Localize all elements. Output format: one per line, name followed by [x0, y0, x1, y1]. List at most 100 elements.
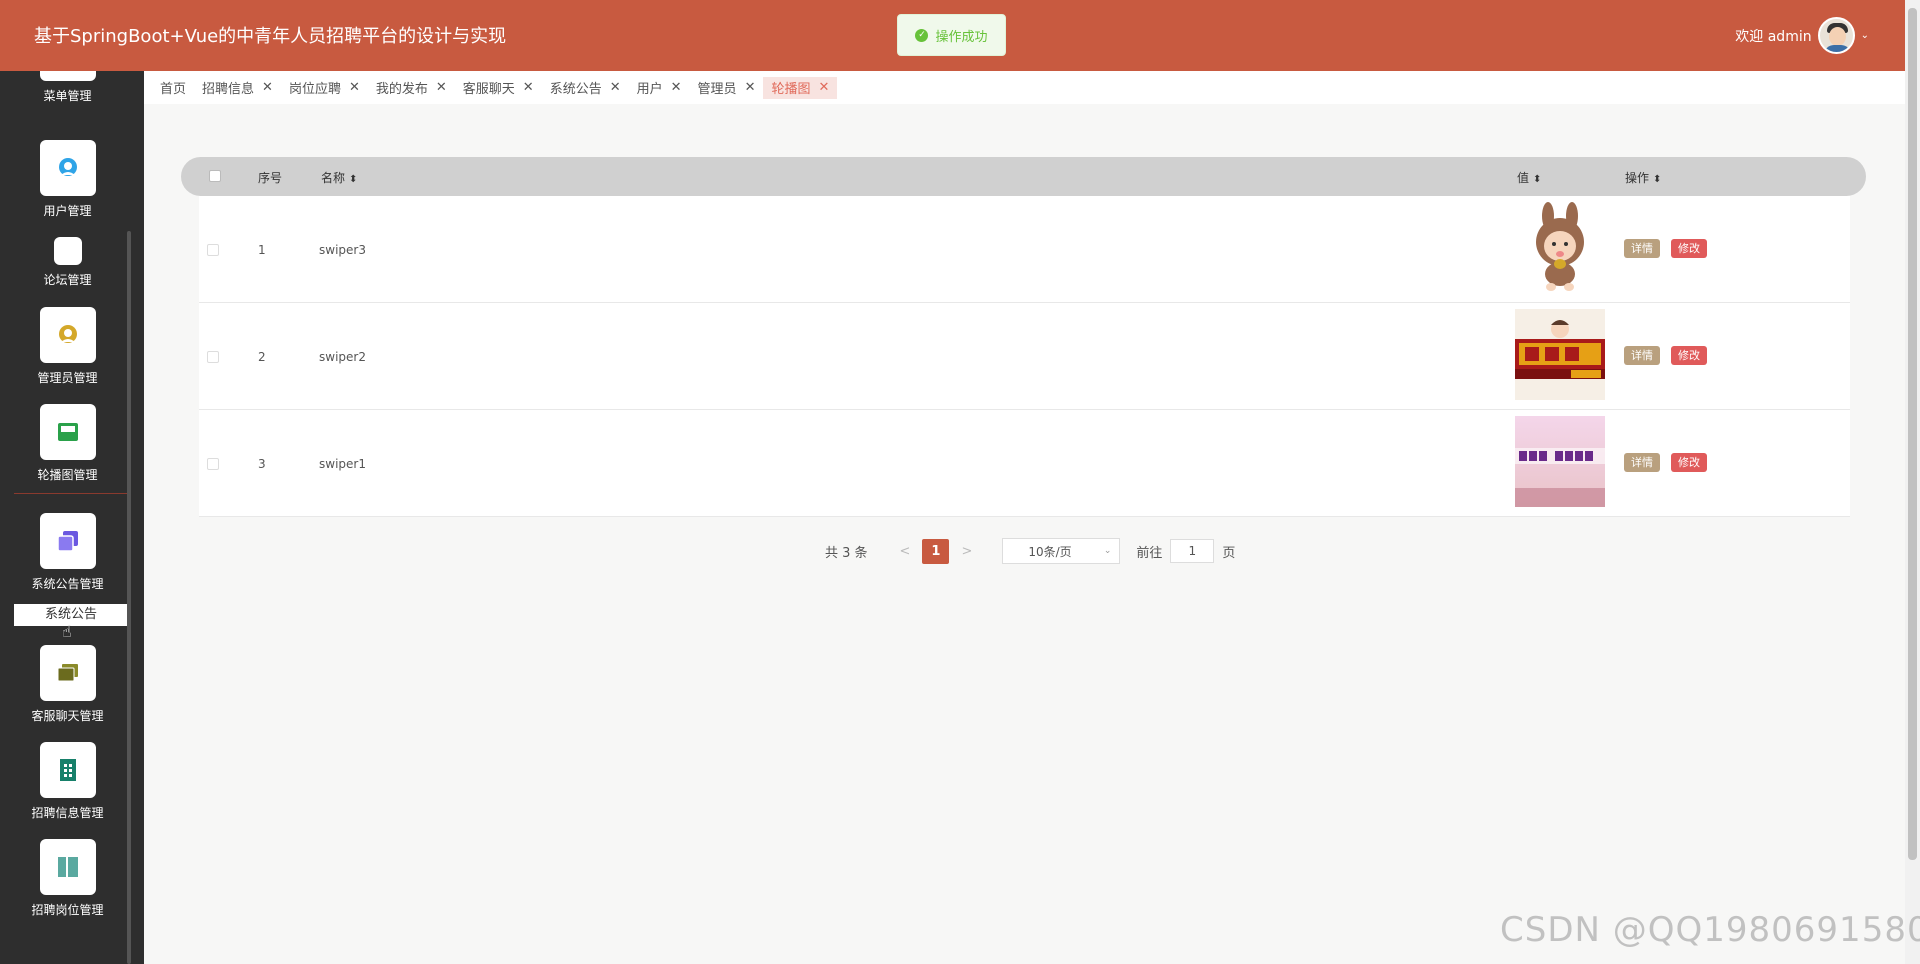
row-index: 1	[258, 243, 266, 257]
success-toast: ✓ 操作成功	[897, 14, 1006, 56]
carousel-thumbnail	[1515, 202, 1605, 293]
sidebar-item-label: 招聘信息管理	[31, 806, 104, 820]
tab-label: 用户	[636, 82, 663, 97]
sidebar-item-forum[interactable]: 论坛管理	[0, 237, 135, 288]
tab-my-posts[interactable]: 我的发布 ✕	[368, 77, 455, 99]
tab-label: 岗位应聘	[288, 82, 341, 97]
row-checkbox[interactable]	[207, 244, 219, 256]
sidebar-item-recruit-info[interactable]: 招聘信息管理	[0, 742, 135, 821]
sidebar-item-label: 菜单管理	[43, 89, 92, 103]
sidebar-item-label: 论坛管理	[43, 273, 92, 287]
tab-label: 系统公告	[549, 82, 602, 97]
column-name-label: 名称	[321, 171, 346, 185]
chevron-down-icon[interactable]: ⌄	[1861, 30, 1869, 41]
user-icon	[39, 140, 96, 196]
next-page-button[interactable]: >	[961, 544, 972, 559]
carousel-thumbnail	[1515, 416, 1605, 507]
tab-recruit-info[interactable]: 招聘信息 ✕	[194, 77, 281, 99]
sidebar-item-label: 管理员管理	[37, 371, 98, 385]
scrollbar-thumb[interactable]	[1908, 8, 1917, 860]
column-name[interactable]: 名称 ⬍	[321, 169, 357, 186]
select-all-checkbox[interactable]	[209, 170, 221, 182]
check-icon: ✓	[915, 28, 929, 42]
column-value[interactable]: 值 ⬍	[1517, 169, 1541, 186]
sidebar-item-menu[interactable]: 菜单管理	[0, 71, 135, 104]
edit-button[interactable]: 修改	[1671, 453, 1707, 472]
tab-carousel[interactable]: 轮播图 ✕	[763, 76, 838, 99]
tab-bar: 首页 招聘信息 ✕ 岗位应聘 ✕ 我的发布 ✕ 客服聊天 ✕ 系统公告 ✕ 用户 ✕ 管理员…	[144, 71, 1905, 104]
close-icon[interactable]: ✕	[349, 80, 360, 95]
avatar[interactable]	[1817, 17, 1855, 54]
total-count: 共 3 条	[825, 545, 868, 561]
sidebar-item-users[interactable]: 用户管理	[0, 140, 135, 219]
row-index: 3	[258, 457, 266, 471]
sidebar-item-label: 客服聊天管理	[31, 709, 104, 723]
tab-notices[interactable]: 系统公告 ✕	[542, 77, 629, 99]
menu-icon	[39, 71, 96, 81]
tab-chat[interactable]: 客服聊天 ✕	[455, 77, 542, 99]
close-icon[interactable]: ✕	[436, 80, 447, 95]
table-row[interactable]: 3 swiper1 详情 修改	[199, 410, 1850, 517]
table-body: 1 swiper3 详情 修改 2 swiper2 详情 修改 3 swiper…	[199, 196, 1850, 517]
sidebar-item-carousel[interactable]: 轮播图管理	[0, 404, 135, 483]
table-row[interactable]: 1 swiper3 详情 修改	[199, 196, 1850, 303]
row-name: swiper2	[319, 350, 366, 364]
close-icon[interactable]: ✕	[523, 80, 534, 95]
carousel-icon	[39, 404, 96, 460]
sidebar-item-positions[interactable]: 招聘岗位管理	[0, 839, 135, 918]
tab-applications[interactable]: 岗位应聘 ✕	[281, 77, 368, 99]
row-checkbox[interactable]	[207, 458, 219, 470]
notice-icon	[39, 513, 96, 569]
table-row[interactable]: 2 swiper2 详情 修改	[199, 303, 1850, 410]
sidebar-item-chat[interactable]: 客服聊天管理	[0, 645, 135, 724]
welcome-text: 欢迎 admin	[1735, 28, 1812, 45]
recruit-info-icon	[39, 742, 96, 798]
column-actions-label: 操作	[1625, 171, 1650, 185]
watermark: CSDN @QQ1980691580	[1500, 910, 1920, 950]
sidebar-item-notices[interactable]: 系统公告管理	[0, 513, 135, 592]
sidebar-item-admins[interactable]: 管理员管理	[0, 307, 135, 386]
row-index: 2	[258, 350, 266, 364]
table-header: 序号 名称 ⬍ 值 ⬍ 操作 ⬍	[181, 157, 1866, 196]
sidebar-scrollbar[interactable]	[127, 231, 131, 964]
goto-page-input[interactable]: 1	[1170, 539, 1215, 563]
close-icon[interactable]: ✕	[610, 80, 621, 95]
tab-home[interactable]: 首页	[152, 77, 194, 99]
row-name: swiper1	[319, 457, 366, 471]
tab-label: 我的发布	[375, 82, 428, 97]
edit-button[interactable]: 修改	[1671, 346, 1707, 365]
row-checkbox[interactable]	[207, 351, 219, 363]
column-actions[interactable]: 操作 ⬍	[1625, 169, 1661, 186]
page-scrollbar[interactable]	[1905, 0, 1920, 964]
edit-button[interactable]: 修改	[1671, 239, 1707, 258]
sort-icon[interactable]: ⬍	[1653, 174, 1661, 185]
sort-icon[interactable]: ⬍	[349, 174, 357, 185]
chevron-down-icon: ⌄	[1103, 546, 1112, 556]
toast-message: 操作成功	[935, 29, 988, 45]
prev-page-button[interactable]: <	[900, 544, 911, 559]
detail-button[interactable]: 详情	[1624, 239, 1660, 258]
sidebar-divider	[14, 493, 128, 494]
tab-label: 招聘信息	[202, 82, 255, 97]
tab-users[interactable]: 用户 ✕	[629, 77, 690, 99]
forum-icon	[53, 237, 82, 265]
page-size-select[interactable]: 10条/页 ⌄	[1002, 538, 1121, 564]
sort-icon[interactable]: ⬍	[1533, 174, 1541, 185]
sidebar-item-label: 系统公告管理	[31, 577, 104, 591]
page-number-button[interactable]: 1	[922, 538, 950, 564]
detail-button[interactable]: 详情	[1624, 346, 1660, 365]
close-icon[interactable]: ✕	[671, 80, 682, 95]
close-icon[interactable]: ✕	[262, 80, 273, 95]
close-icon[interactable]: ✕	[745, 80, 756, 95]
tab-admins[interactable]: 管理员 ✕	[690, 77, 764, 99]
close-icon[interactable]: ✕	[818, 80, 829, 95]
column-value-label: 值	[1517, 171, 1530, 185]
user-menu[interactable]: 欢迎 admin ⌄	[1735, 17, 1869, 54]
app-title: 基于SpringBoot+Vue的中青年人员招聘平台的设计与实现	[34, 26, 507, 47]
column-index: 序号	[258, 171, 283, 185]
detail-button[interactable]: 详情	[1624, 453, 1660, 472]
row-name: swiper3	[319, 243, 366, 257]
tab-label: 首页	[160, 82, 187, 97]
chat-icon	[39, 645, 96, 701]
sidebar: 菜单管理 用户管理 论坛管理 管理员管理 轮播图管理 系统公告管理 系统公告 ☝…	[0, 71, 144, 964]
